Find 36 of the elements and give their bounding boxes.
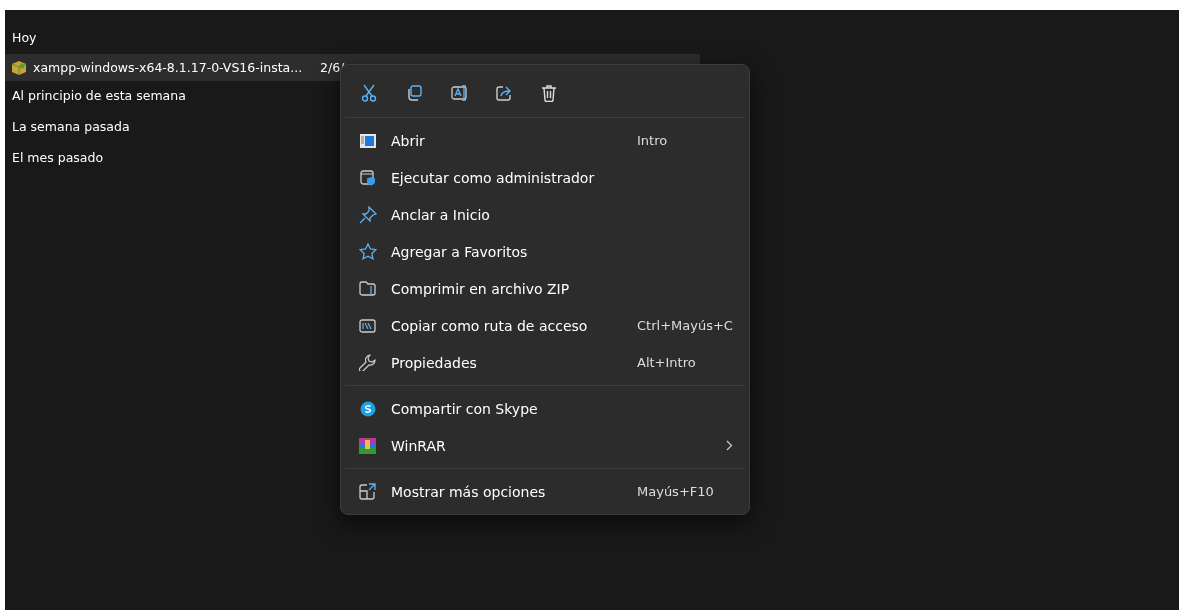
file-name: xampp-windows-x64-8.1.17-0-VS16-insta... bbox=[33, 60, 304, 75]
cut-icon[interactable] bbox=[361, 84, 377, 102]
rename-icon[interactable] bbox=[451, 85, 469, 101]
group-header[interactable]: Al principio de esta semana bbox=[5, 85, 186, 105]
admin-shield-icon bbox=[359, 169, 376, 186]
books-icon bbox=[359, 437, 376, 454]
delete-icon[interactable] bbox=[541, 84, 557, 102]
menu-item[interactable]: Propiedades bbox=[391, 354, 477, 371]
menu-item[interactable]: Abrir bbox=[391, 132, 425, 149]
share-icon[interactable] bbox=[496, 85, 512, 101]
zip-folder-icon bbox=[359, 281, 376, 296]
group-header[interactable]: La semana pasada bbox=[5, 116, 130, 136]
pin-icon bbox=[358, 205, 377, 224]
menu-item[interactable]: Compartir con Skype bbox=[391, 400, 538, 417]
more-options-icon bbox=[359, 483, 376, 500]
menu-item[interactable]: Anclar a Inicio bbox=[391, 206, 490, 223]
menu-item[interactable]: Mostrar más opciones bbox=[391, 483, 546, 500]
shortcut-label: Intro bbox=[637, 133, 669, 148]
copy-icon[interactable] bbox=[406, 85, 422, 101]
star-icon bbox=[358, 242, 377, 261]
menu-item[interactable]: WinRAR bbox=[391, 437, 446, 454]
shortcut-label: Ctrl+Mayús+C bbox=[637, 318, 733, 333]
menu-item[interactable]: Comprimir en archivo ZIP bbox=[391, 280, 570, 297]
package-icon bbox=[11, 59, 27, 76]
chevron-right-icon bbox=[726, 440, 733, 451]
menu-item[interactable]: Ejecutar como administrador bbox=[391, 169, 595, 186]
shortcut-label: Alt+Intro bbox=[637, 355, 697, 370]
wrench-icon bbox=[359, 354, 376, 371]
window-icon bbox=[359, 133, 376, 148]
skype-icon bbox=[359, 400, 376, 417]
group-header[interactable]: Hoy bbox=[5, 27, 37, 47]
menu-item[interactable]: Copiar como ruta de acceso bbox=[391, 317, 588, 334]
menu-item[interactable]: Agregar a Favoritos bbox=[391, 243, 528, 260]
shortcut-label: Mayús+F10 bbox=[637, 484, 715, 499]
group-header[interactable]: El mes pasado bbox=[5, 147, 104, 167]
path-icon bbox=[359, 318, 376, 333]
